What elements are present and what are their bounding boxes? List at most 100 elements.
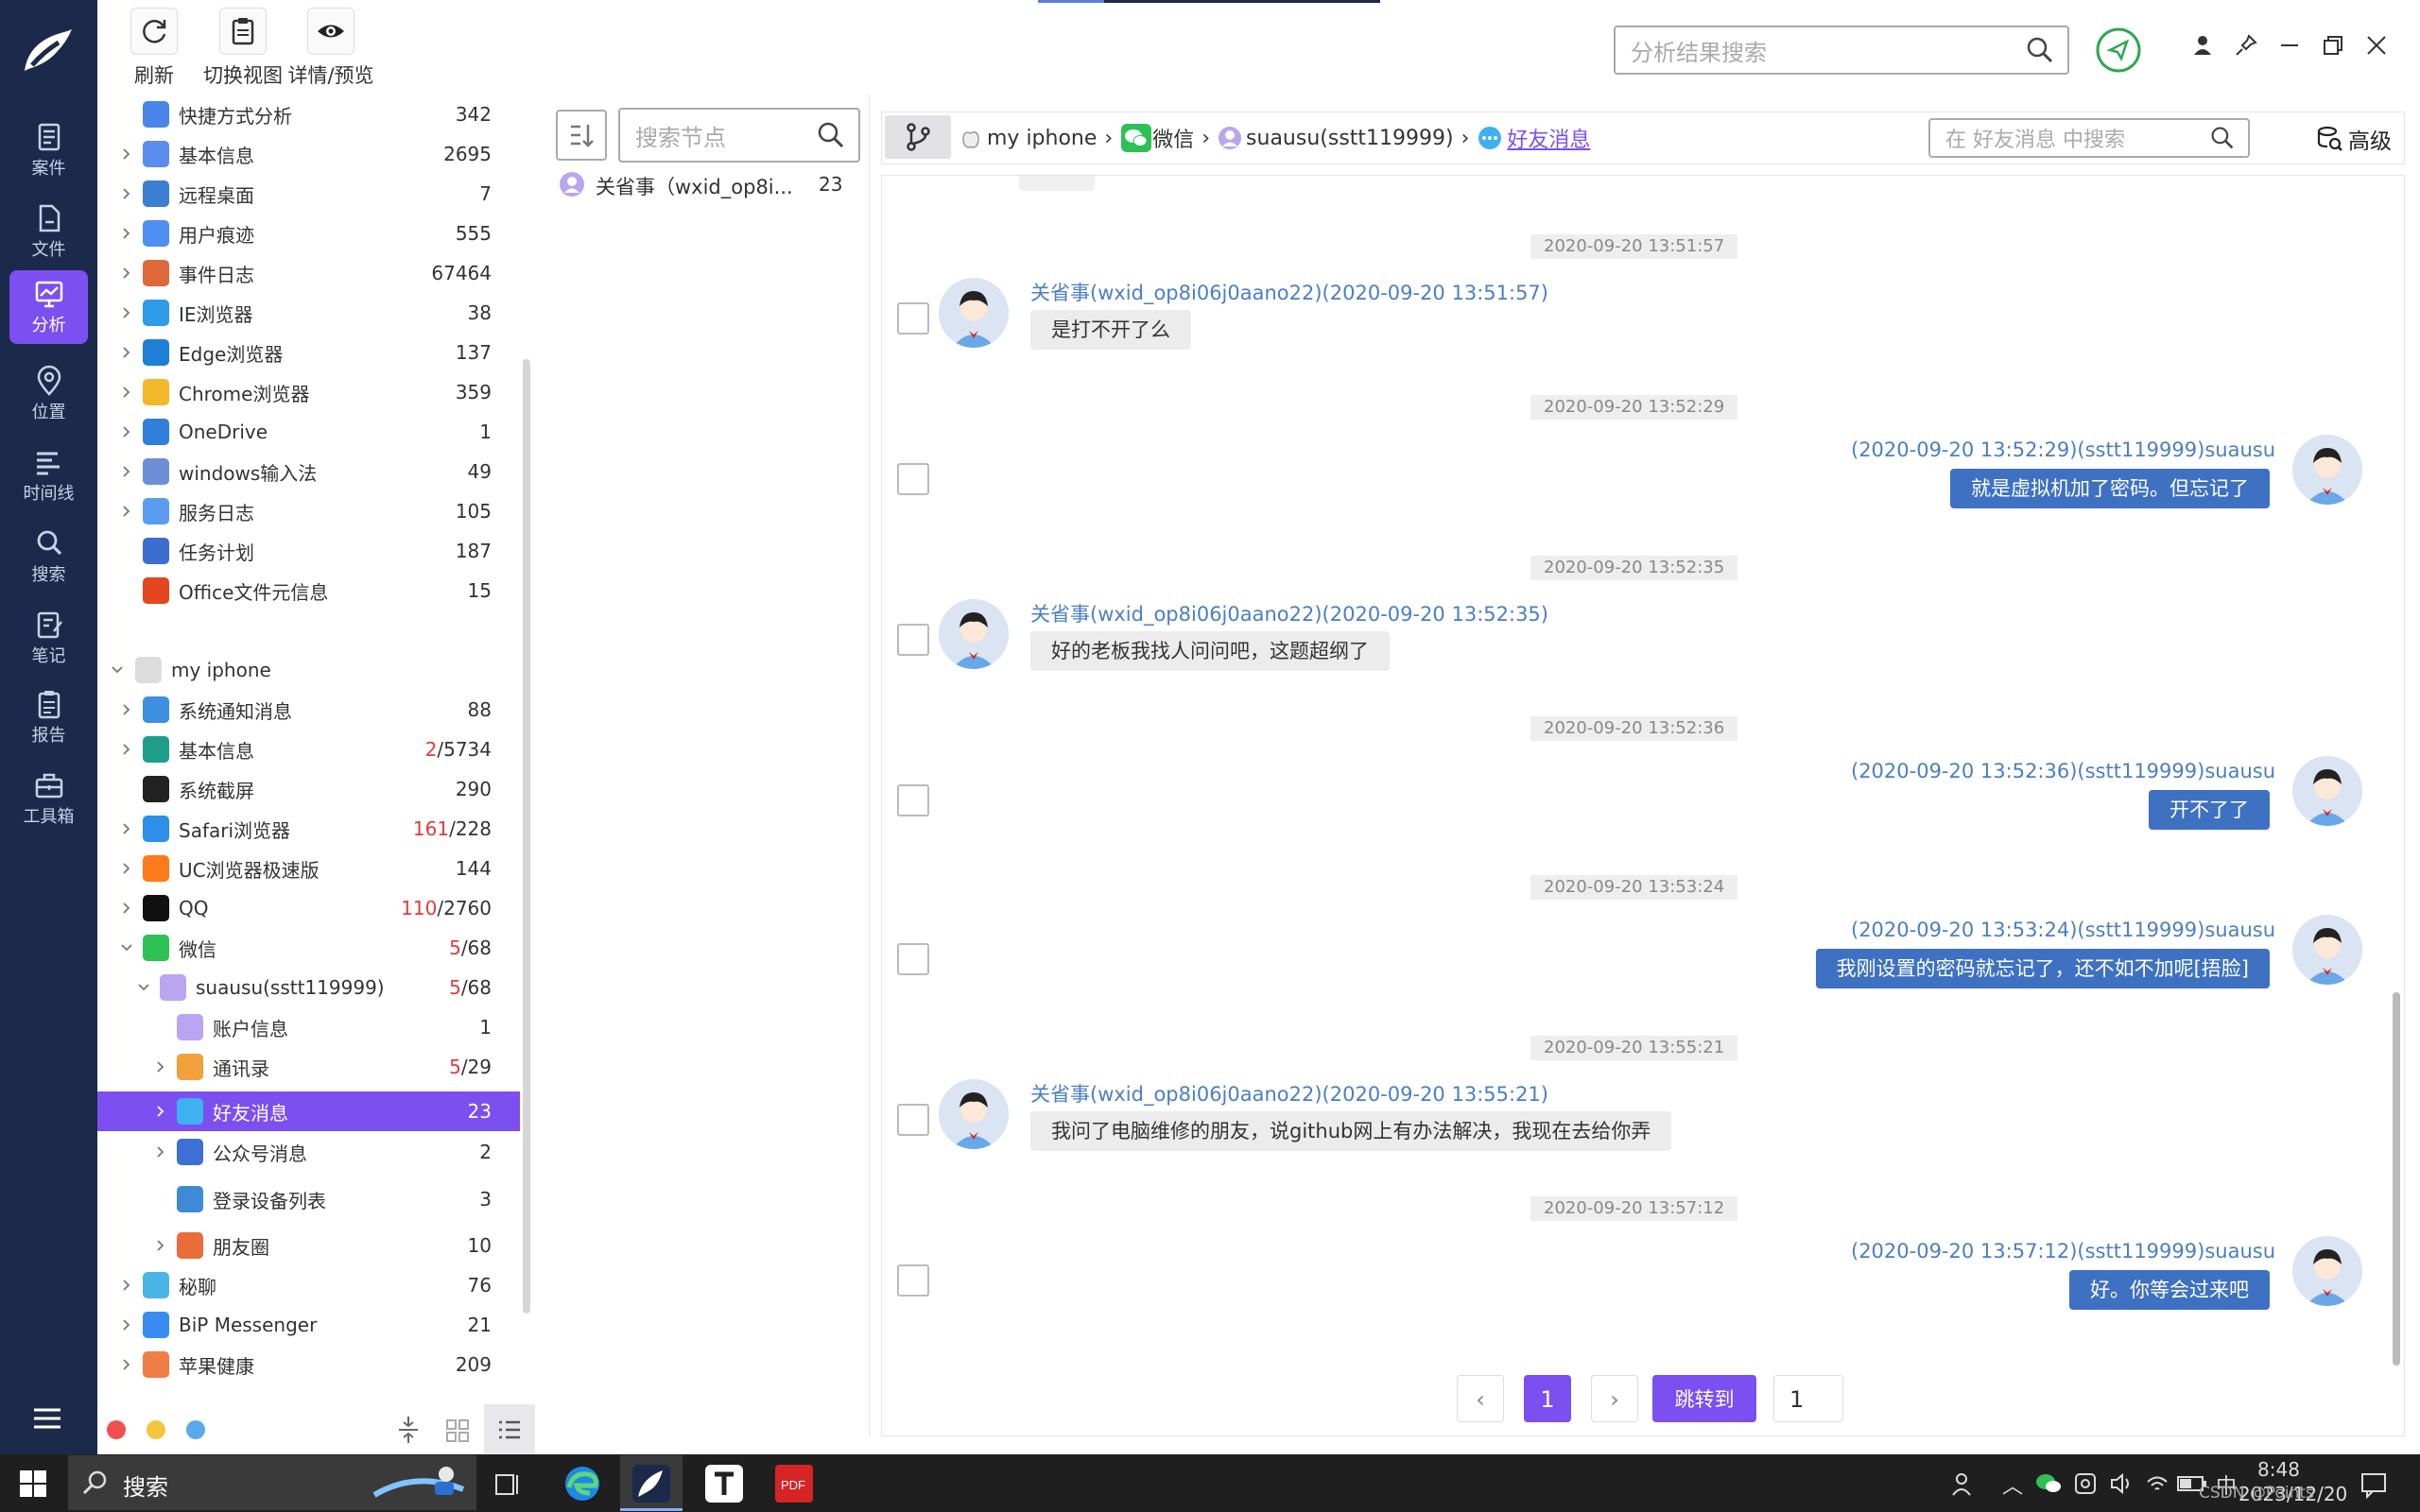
- tray-chevron-up-icon[interactable]: ︿: [2002, 1469, 2023, 1500]
- tree-row-chrome-browser[interactable]: Chrome浏览器 359: [97, 372, 520, 412]
- nav-item-location[interactable]: 位置: [9, 357, 88, 431]
- breadcrumb-item-current[interactable]: 好友消息: [1507, 123, 1590, 153]
- restore-icon[interactable]: [2320, 32, 2346, 59]
- message-checkbox[interactable]: [897, 624, 929, 656]
- tree-row-task-schedule[interactable]: 任务计划 187: [97, 531, 520, 571]
- tree-row-input-method[interactable]: windows输入法 49: [97, 452, 520, 491]
- chevron-right-icon[interactable]: [120, 1318, 133, 1332]
- tree-row-basic-info[interactable]: 基本信息 2695: [97, 134, 520, 174]
- pdf-reader-icon[interactable]: PDF: [771, 1461, 817, 1506]
- chevron-right-icon[interactable]: [120, 386, 133, 399]
- yellow-dot-icon[interactable]: [147, 1420, 165, 1439]
- tree-scrollbar[interactable]: [523, 359, 530, 1314]
- tree-row-apple-health[interactable]: 苹果健康 209: [97, 1345, 520, 1384]
- grid-view-icon[interactable]: [444, 1418, 471, 1444]
- nav-item-analysis[interactable]: 分析: [9, 270, 88, 344]
- tree-row-bip[interactable]: BiP Messenger 21: [97, 1305, 520, 1345]
- chevron-right-icon[interactable]: [120, 743, 133, 756]
- chat-scrollbar[interactable]: [2393, 992, 2400, 1366]
- detail-preview-button[interactable]: 详情/预览: [285, 8, 376, 89]
- tree-row-moments[interactable]: 朋友圈 10: [97, 1226, 520, 1265]
- message-checkbox[interactable]: [897, 302, 929, 335]
- red-dot-icon[interactable]: [107, 1420, 126, 1439]
- tree-row-onedrive[interactable]: OneDrive 1: [97, 412, 520, 452]
- chevron-right-icon[interactable]: [120, 902, 133, 915]
- next-page-button[interactable]: ›: [1591, 1375, 1638, 1422]
- message-checkbox[interactable]: [897, 463, 929, 495]
- chevron-down-icon[interactable]: [120, 941, 133, 954]
- chevron-right-icon[interactable]: [120, 862, 133, 875]
- switch-view-button[interactable]: 切换视图: [200, 8, 285, 89]
- tree-row-ie-browser[interactable]: IE浏览器 38: [97, 293, 520, 333]
- tree-row-iphone[interactable]: my iphone: [97, 650, 520, 690]
- tree-row-account-info[interactable]: 账户信息 1: [97, 1007, 520, 1047]
- chevron-down-icon[interactable]: [111, 663, 124, 677]
- tree-row-shortcut[interactable]: 快捷方式分析 342: [97, 94, 520, 134]
- search-icon[interactable]: [817, 121, 845, 149]
- chevron-right-icon[interactable]: [120, 147, 133, 161]
- message-bubble[interactable]: 开不了了: [2149, 790, 2270, 830]
- tree-row-official-account[interactable]: 公众号消息 2: [97, 1132, 520, 1172]
- chevron-right-icon[interactable]: [120, 306, 133, 319]
- tree-row-notification[interactable]: 系统通知消息 88: [97, 690, 520, 730]
- tree-row-user-trace[interactable]: 用户痕迹 555: [97, 214, 520, 253]
- tree-row-basic-info[interactable]: 基本信息 2/5734: [97, 730, 520, 769]
- chevron-right-icon[interactable]: [120, 1279, 133, 1292]
- analysis-search-input[interactable]: 分析结果搜索: [1614, 26, 2069, 75]
- jump-to-button[interactable]: 跳转到: [1652, 1375, 1756, 1422]
- user-icon[interactable]: [2189, 32, 2216, 59]
- nav-item-notes[interactable]: 笔记: [9, 601, 88, 675]
- chevron-right-icon[interactable]: [120, 266, 133, 280]
- chevron-down-icon[interactable]: [137, 981, 150, 994]
- close-icon[interactable]: [2363, 32, 2390, 59]
- tree-row-wechat[interactable]: 微信 5/68: [97, 928, 520, 968]
- breadcrumb-item-device[interactable]: my iphone: [987, 127, 1097, 150]
- message-checkbox[interactable]: [897, 1264, 929, 1297]
- breadcrumb-item-app[interactable]: 微信: [1152, 123, 1194, 153]
- advanced-search-button[interactable]: 高级: [2316, 123, 2392, 155]
- message-bubble[interactable]: 就是虚拟机加了密码。但忘记了: [1950, 469, 2270, 508]
- message-bubble[interactable]: 我问了电脑维修的朋友，说github网上有办法解决，我现在去给你弄: [1030, 1111, 1672, 1151]
- tree-row-office-meta[interactable]: Office文件元信息 15: [97, 571, 520, 610]
- chevron-right-icon[interactable]: [120, 822, 133, 835]
- chat-search-input[interactable]: 在 好友消息 中搜索: [1928, 118, 2250, 158]
- message-bubble[interactable]: 是打不开了么: [1030, 310, 1191, 350]
- tray-wechat-icon[interactable]: [2034, 1470, 2063, 1497]
- windows-start-icon[interactable]: [19, 1469, 47, 1498]
- typora-icon[interactable]: [701, 1461, 747, 1506]
- tree-row-account[interactable]: suausu(sstt119999) 5/68: [97, 968, 520, 1007]
- refresh-button[interactable]: 刷新: [128, 8, 181, 89]
- taskbar-forensics-app[interactable]: [620, 1455, 683, 1511]
- tree-row-service-log[interactable]: 服务日志 105: [97, 491, 520, 531]
- tray-volume-icon[interactable]: [2108, 1470, 2135, 1497]
- node-list-item[interactable]: 关省事（wxid_op8i... 23: [556, 168, 842, 202]
- nav-item-case[interactable]: 案件: [9, 113, 88, 187]
- chevron-right-icon[interactable]: [154, 1145, 167, 1159]
- shield-status-icon[interactable]: [2095, 26, 2142, 74]
- chevron-right-icon[interactable]: [154, 1060, 167, 1074]
- nav-item-timeline[interactable]: 时间线: [9, 438, 88, 512]
- message-checkbox[interactable]: [897, 1104, 929, 1136]
- sort-button[interactable]: [556, 110, 607, 161]
- blue-dot-icon[interactable]: [186, 1420, 205, 1439]
- tree-row-edge-browser[interactable]: Edge浏览器 137: [97, 333, 520, 372]
- nav-item-toolbox[interactable]: 工具箱: [9, 762, 88, 835]
- chevron-right-icon[interactable]: [154, 1105, 167, 1118]
- nav-item-search[interactable]: 搜索: [9, 520, 88, 593]
- tree-row-screenshot[interactable]: 系统截屏 290: [97, 769, 520, 809]
- chevron-right-icon[interactable]: [120, 703, 133, 716]
- message-bubble[interactable]: 我刚设置的密码就忘记了，还不如不加呢[捂脸]: [1815, 949, 2270, 988]
- tree-row-event-log[interactable]: 事件日志 67464: [97, 253, 520, 293]
- pin-icon[interactable]: [2233, 32, 2259, 59]
- chevron-right-icon[interactable]: [154, 1239, 167, 1252]
- tray-time[interactable]: 8:48: [2257, 1458, 2300, 1481]
- chevron-right-icon[interactable]: [120, 346, 133, 359]
- node-search-input[interactable]: 搜索节点: [618, 108, 860, 163]
- tree-row-login-device[interactable]: 登录设备列表 3: [97, 1179, 520, 1219]
- task-view-icon[interactable]: [493, 1470, 522, 1499]
- collapse-all-icon[interactable]: [395, 1415, 422, 1445]
- minimize-icon[interactable]: [2276, 32, 2303, 59]
- search-icon[interactable]: [2026, 36, 2054, 64]
- tray-network-icon[interactable]: [2072, 1470, 2099, 1497]
- message-bubble[interactable]: 好的老板我找人问问吧，这题超纲了: [1030, 631, 1390, 671]
